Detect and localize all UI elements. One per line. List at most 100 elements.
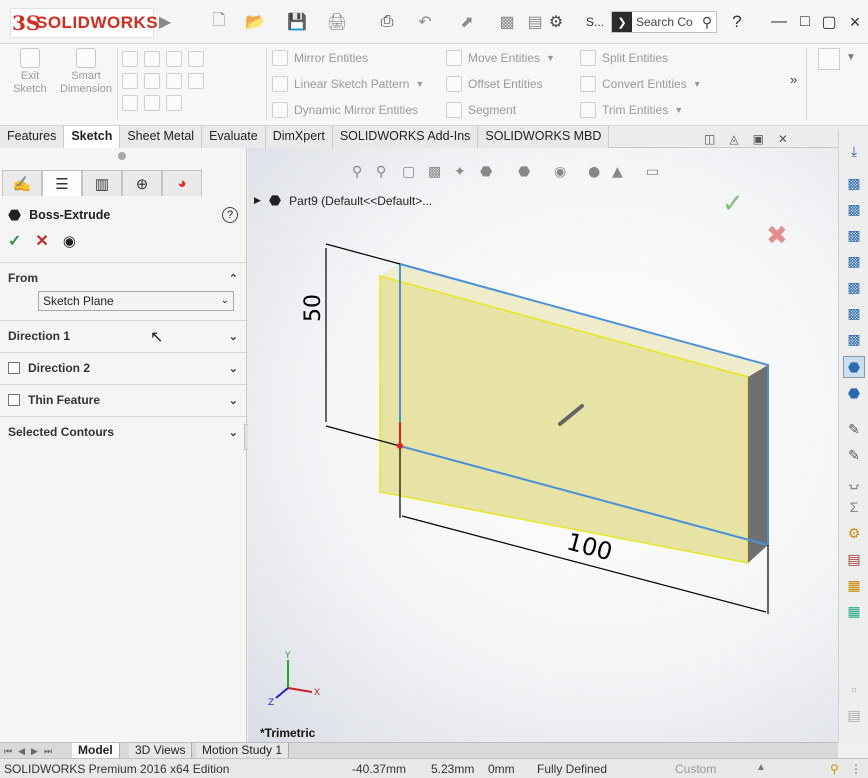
dynamic-annotation-icon[interactable]: ✦	[454, 164, 466, 180]
confirm-corner-cancel-icon[interactable]: ✖	[766, 221, 788, 251]
expand-arrow-icon[interactable]: ▶	[254, 195, 261, 206]
tile-left-icon[interactable]: ◫	[704, 132, 715, 146]
tab-dimxpert[interactable]: DimXpert	[265, 126, 333, 148]
tool-scroll-icon[interactable]: ▫	[843, 678, 865, 700]
tool-measure-icon[interactable]: ✎	[843, 444, 865, 466]
close-icon[interactable]: ×	[846, 11, 864, 33]
feature-tree-flyout[interactable]: ▶ ⬣ Part9 (Default<<Default>...	[254, 192, 432, 209]
tab-3d-views[interactable]: 3D Views	[129, 743, 193, 759]
segment-button[interactable]: Segment	[446, 99, 572, 121]
undo-icon[interactable]: ↶	[414, 11, 436, 33]
selected-contours-header[interactable]: Selected Contours ⌄	[0, 417, 246, 447]
property-manager-tab-icon[interactable]: ☰	[42, 170, 82, 196]
tool-probe-icon[interactable]: ✎	[843, 418, 865, 440]
ok-check-icon[interactable]: ✓	[8, 231, 21, 251]
units-chevron-up-icon[interactable]: ▲	[756, 762, 766, 773]
thin-feature-section[interactable]: Thin Feature ⌄	[0, 384, 246, 416]
chevron-down-icon[interactable]: ⌄	[229, 362, 238, 375]
minimize-icon[interactable]: —	[770, 11, 788, 33]
tile-right-icon[interactable]: ◬	[729, 132, 738, 146]
heads-up-view-toolbar[interactable]: ⚲ ⚲ ▢ ▩ ✦ ⬣ ⬣ ◉ ● ▲ ▭	[352, 164, 659, 180]
tool-library-icon[interactable]: ▤	[843, 548, 865, 570]
display-manager-tab-icon[interactable]: ◕	[162, 170, 202, 196]
view-cube-top-icon[interactable]: ▩	[843, 276, 865, 298]
chevron-down-icon[interactable]: ▼	[846, 52, 856, 63]
tab-solidworks-mbd[interactable]: SOLIDWORKS MBD	[478, 126, 610, 148]
arc-icon[interactable]	[144, 73, 160, 89]
menu-expand-icon[interactable]: ▶	[158, 11, 172, 33]
help-icon[interactable]: ?	[726, 11, 748, 33]
tool-assembly-icon[interactable]: ▦	[843, 574, 865, 596]
view-cube-iso-icon[interactable]: ▩	[843, 328, 865, 350]
pin-down-icon[interactable]: ⤓	[843, 140, 865, 162]
dimxpert-manager-tab-icon[interactable]: ⊕	[122, 170, 162, 196]
from-select[interactable]: Sketch Plane ⌄	[38, 291, 234, 311]
tab-motion-study-1[interactable]: Motion Study 1	[196, 743, 290, 759]
direction1-section[interactable]: Direction 1 ⌄ ↖	[0, 320, 246, 352]
rapid-sketch-icon[interactable]	[818, 48, 840, 70]
maximize-icon[interactable]: ▢	[820, 11, 838, 33]
smart-dimension-button[interactable]: Smart Dimension	[58, 48, 114, 96]
new-document-icon[interactable]: 🗋	[208, 11, 230, 33]
preview-eye-icon[interactable]: ◉	[63, 232, 76, 250]
apply-scene-icon[interactable]: ▲	[612, 164, 623, 180]
direction1-header[interactable]: Direction 1 ⌄	[0, 321, 246, 351]
chevron-up-icon[interactable]: ⌃	[229, 272, 238, 285]
direction2-header[interactable]: Direction 2 ⌄	[0, 353, 246, 383]
dynamic-mirror-button[interactable]: Dynamic Mirror Entities	[272, 99, 442, 121]
linear-sketch-pattern-button[interactable]: Linear Sketch Pattern ▼	[272, 73, 442, 95]
print-icon[interactable]: 🖨	[326, 11, 348, 33]
tool-sigma-icon[interactable]: Σ	[843, 496, 865, 518]
direction2-section[interactable]: Direction 2 ⌄	[0, 352, 246, 384]
tab-sketch[interactable]: Sketch	[64, 126, 121, 148]
split-entities-button[interactable]: Split Entities	[580, 47, 740, 69]
fillet-icon[interactable]	[166, 73, 182, 89]
tab-solidworks-addins[interactable]: SOLIDWORKS Add-Ins	[332, 126, 479, 148]
direction2-checkbox[interactable]	[8, 362, 20, 374]
point-icon[interactable]	[166, 95, 182, 111]
restore-icon[interactable]: □	[796, 11, 814, 33]
selected-contours-section[interactable]: Selected Contours ⌄	[0, 416, 246, 448]
rebuild-tag-icon[interactable]: ⚲	[830, 762, 839, 776]
mirror-entities-button[interactable]: Mirror Entities	[272, 47, 442, 69]
dimension-height-label[interactable]: 50	[301, 294, 326, 322]
view-dimetric-icon[interactable]: ⬣	[843, 382, 865, 404]
tab-sheet-metal[interactable]: Sheet Metal	[120, 126, 203, 148]
plane-icon[interactable]	[188, 73, 204, 89]
file-properties-icon[interactable]: ▤	[524, 11, 546, 33]
zoom-to-area-icon[interactable]: ⚲	[376, 164, 386, 180]
scroll-prev-icon[interactable]: ◀	[18, 746, 25, 757]
convert-entities-button[interactable]: Convert Entities ▼	[580, 73, 740, 95]
thin-feature-checkbox[interactable]	[8, 394, 20, 406]
chevron-down-icon[interactable]: ⌄	[229, 330, 238, 343]
thin-feature-header[interactable]: Thin Feature ⌄	[0, 385, 246, 415]
sketch-origin[interactable]	[397, 443, 403, 449]
select-pointer-icon[interactable]: ⬈	[456, 11, 478, 33]
view-cube-right-icon[interactable]: ▩	[843, 250, 865, 272]
scroll-last-icon[interactable]: ⏭	[44, 746, 52, 757]
chevron-down-icon[interactable]: ▼	[546, 53, 555, 63]
exit-sketch-button[interactable]: Exit Sketch	[6, 48, 54, 96]
more-tools-chevron-icon[interactable]: »	[790, 72, 797, 87]
circle-icon[interactable]	[144, 51, 160, 67]
chevron-down-icon[interactable]: ⌄	[229, 426, 238, 439]
options-gear-icon[interactable]: ⚙	[546, 11, 566, 33]
feature-manager-tab-icon[interactable]: ✍	[2, 170, 42, 196]
spline-icon[interactable]	[166, 51, 182, 67]
zoom-to-fit-icon[interactable]: ⚲	[352, 164, 362, 180]
status-units[interactable]: Custom	[675, 762, 716, 776]
chevron-down-icon[interactable]: ▼	[674, 105, 683, 115]
chevron-down-icon[interactable]: ⌄	[229, 394, 238, 407]
trim-entities-button[interactable]: Trim Entities ▼	[580, 99, 740, 121]
configuration-manager-tab-icon[interactable]: ▥	[82, 170, 122, 196]
tool-routing-icon[interactable]: ▦	[843, 600, 865, 622]
offset-entities-button[interactable]: Offset Entities	[446, 73, 572, 95]
slot-icon[interactable]	[122, 95, 138, 111]
rectangle-icon[interactable]	[122, 73, 138, 89]
edit-appearance-icon[interactable]: ●	[588, 164, 600, 180]
search-input[interactable]: Search Co	[632, 15, 698, 29]
rebuild-icon[interactable]: ▩	[496, 11, 518, 33]
scroll-next-icon[interactable]: ▶	[31, 746, 38, 757]
view-settings-icon[interactable]: ▭	[646, 164, 659, 180]
tab-features[interactable]: Features	[0, 126, 65, 148]
